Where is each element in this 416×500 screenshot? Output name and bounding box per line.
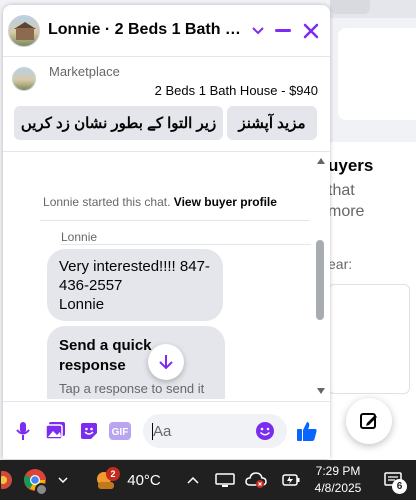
background-text-line: more: [328, 203, 365, 220]
emoji-icon[interactable]: [253, 419, 277, 443]
mark-pending-button[interactable]: زیر التوا کے بطور نشان زد کریں: [14, 106, 223, 140]
microphone-icon[interactable]: [11, 419, 35, 443]
chrome-icon[interactable]: [20, 460, 50, 500]
background-top-bar: [330, 0, 416, 18]
message-composer: GIF: [3, 401, 330, 459]
marketplace-label: Marketplace: [49, 64, 120, 79]
listing-avatar[interactable]: [8, 15, 40, 47]
scroll-down-arrow-icon[interactable]: [317, 388, 325, 394]
weather-badge: 2: [106, 467, 120, 481]
chevron-up-icon[interactable]: [56, 460, 70, 500]
listing-actions: زیر التوا کے بطور نشان زد کریں مزید آپشن…: [3, 106, 330, 144]
background-tab[interactable]: [330, 0, 370, 14]
chevron-down-icon[interactable]: [246, 19, 270, 43]
view-buyer-profile-link[interactable]: View buyer profile: [174, 195, 277, 209]
chat-started-notice: Lonnie started this chat. View buyer pro…: [3, 195, 317, 209]
listing-summary[interactable]: Marketplace 2 Beds 1 Bath House - $940: [3, 63, 330, 103]
message-scrollbar[interactable]: [314, 152, 328, 399]
message-line: Lonnie: [59, 296, 105, 313]
gif-icon[interactable]: GIF: [107, 419, 133, 443]
chat-window: Lonnie · 2 Beds 1 Bath Hou... Marketplac…: [3, 5, 330, 459]
compose-icon: [360, 413, 377, 429]
chat-title[interactable]: Lonnie · 2 Beds 1 Bath Hou...: [48, 21, 244, 43]
taskbar: 2 40°C 7:29 PM 4/8/2025 6: [0, 460, 416, 500]
message-thread: Lonnie started this chat. View buyer pro…: [3, 151, 330, 399]
taskbar-app-icon[interactable]: [0, 460, 14, 500]
system-clock[interactable]: 7:29 PM 4/8/2025: [308, 463, 368, 497]
listing-title: 2 Beds 1 Bath House - $940: [154, 83, 318, 98]
notification-count-badge: 6: [392, 479, 407, 494]
background-text-line: ear:: [328, 256, 353, 272]
scroll-up-arrow-icon[interactable]: [317, 158, 325, 164]
photo-icon[interactable]: [44, 419, 68, 443]
new-message-button[interactable]: [346, 398, 392, 444]
background-card: [338, 28, 416, 120]
background-inner-card: [328, 284, 410, 394]
battery-icon[interactable]: [280, 460, 302, 500]
started-text: Lonnie started this chat.: [43, 195, 171, 209]
thumbs-up-icon[interactable]: [295, 419, 319, 443]
background-text-line: that: [328, 182, 355, 199]
divider: [61, 244, 311, 245]
clock-time: 7:29 PM: [315, 464, 361, 478]
clock-date: 4/8/2025: [314, 481, 362, 495]
quick-response-card[interactable]: Send a quick response Tap a response to …: [47, 326, 225, 399]
quick-response-subtitle: Tap a response to send it to the buyer.: [59, 381, 205, 399]
listing-thumbnail: [12, 67, 36, 91]
chat-header: Lonnie · 2 Beds 1 Bath Hou...: [3, 5, 330, 57]
svg-text:GIF: GIF: [112, 427, 129, 438]
message-bubble[interactable]: Very interested!!!! 847- 436-2557 Lonnie: [47, 249, 223, 321]
weather-icon[interactable]: 2: [92, 460, 120, 500]
more-options-button[interactable]: مزید آپشنز: [227, 106, 317, 140]
notification-center[interactable]: 6: [378, 460, 408, 500]
cloud-sync-icon[interactable]: [244, 460, 268, 500]
show-hidden-icons-chevron-icon[interactable]: [184, 460, 202, 500]
divider: [40, 220, 310, 221]
sender-name: Lonnie: [61, 230, 98, 244]
close-icon[interactable]: [299, 19, 323, 43]
temperature-label[interactable]: 40°C: [124, 460, 164, 500]
background-heading: uyers: [328, 156, 374, 175]
minimize-icon[interactable]: [271, 19, 295, 43]
message-line: Very interested!!!! 847-: [59, 258, 210, 275]
arrow-down-icon: [159, 355, 173, 370]
scroll-to-bottom-button[interactable]: [148, 344, 184, 380]
network-icon[interactable]: [214, 460, 236, 500]
scrollbar-thumb[interactable]: [316, 240, 324, 320]
sticker-icon[interactable]: [77, 419, 101, 443]
text-cursor: [152, 423, 153, 440]
message-line: 436-2557: [59, 277, 123, 294]
